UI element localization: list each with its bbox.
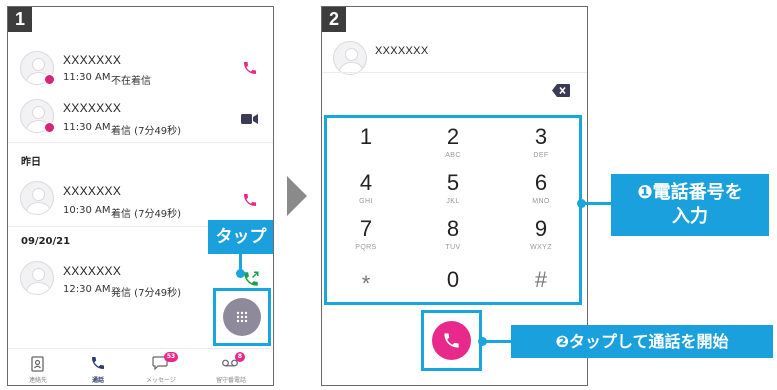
nav-label: 留守番電話 (215, 377, 246, 384)
contact-name: XXXXXXX (63, 184, 122, 198)
key-2[interactable]: 2 ABC (423, 119, 483, 161)
phone-icon[interactable] (242, 60, 258, 76)
avatar (333, 41, 367, 75)
step-number-1: 1 (8, 7, 32, 32)
missed-call-badge (44, 74, 55, 85)
key-digit: 3 (534, 124, 548, 149)
key-letters: GHI (359, 198, 373, 205)
key-digit: * (361, 271, 371, 296)
callout-line-2: 入力 (672, 206, 708, 227)
step-number-2: 2 (322, 7, 346, 32)
key-digit: 9 (534, 216, 548, 241)
key-digit: 8 (446, 216, 460, 241)
key-letters: PQRS (355, 244, 377, 251)
divider (8, 142, 273, 143)
dialpad-button[interactable] (223, 298, 261, 336)
call-time: 10:30 AM (63, 205, 111, 216)
tap-to-call-callout: ❷タップして通話を開始 (511, 325, 773, 358)
voicemail-count-badge: 8 (235, 352, 245, 362)
dialpad-icon (236, 311, 248, 323)
key-digit: 1 (359, 124, 373, 149)
call-button[interactable] (432, 321, 471, 360)
key-digit: 4 (359, 170, 373, 195)
section-header: 昨日 (21, 157, 41, 168)
key-4[interactable]: 4 GHI (336, 165, 396, 207)
key-star[interactable]: * (336, 261, 396, 299)
nav-label: 通話 (91, 377, 104, 384)
key-letters: DEF (533, 152, 549, 159)
phone-icon (92, 357, 104, 369)
contact-name: XXXXXXX (63, 101, 122, 115)
key-digit: 0 (446, 267, 460, 292)
contact-name: XXXXXXX (375, 45, 429, 57)
nav-label: メッセージ (146, 377, 176, 384)
contacts-icon (31, 356, 44, 372)
call-status: 不在着信 (111, 76, 151, 87)
call-status: 着信 (7分49秒) (111, 209, 182, 220)
callout-line (239, 254, 242, 271)
tap-callout: タップ (208, 220, 273, 254)
message-count-badge: 53 (164, 352, 178, 362)
call-time: 12:30 AM (63, 284, 111, 295)
key-8[interactable]: 8 TUV (423, 211, 483, 253)
contact-name: XXXXXXX (63, 264, 122, 278)
avatar (20, 261, 54, 295)
bottom-nav: 連絡先 通話 53 メッセージ 8 留守番電話 (8, 349, 273, 385)
key-digit: 5 (446, 170, 460, 195)
call-badge (44, 122, 55, 133)
key-6[interactable]: 6 MNO (511, 165, 571, 207)
phone-icon[interactable] (242, 192, 258, 208)
phone-icon (444, 333, 459, 348)
call-status: 発信 (7分49秒) (111, 288, 182, 299)
backspace-icon[interactable] (552, 84, 570, 97)
call-history-screen: 1 XXXXXXX 11:30 AM 不在着信 XXXXXXX 11:30 AM… (7, 6, 274, 386)
key-3[interactable]: 3 DEF (511, 119, 571, 161)
call-time: 11:30 AM (63, 122, 111, 133)
key-letters: TUV (445, 244, 461, 251)
divider (322, 72, 587, 73)
key-9[interactable]: 9 WXYZ (511, 211, 571, 253)
key-7[interactable]: 7 PQRS (336, 211, 396, 253)
nav-item-messages[interactable]: 53 メッセージ (131, 349, 191, 385)
call-status: 着信 (7分49秒) (111, 126, 182, 137)
section-header: 09/20/21 (21, 236, 71, 247)
callout-line (483, 340, 513, 343)
key-letters: JKL (446, 198, 460, 205)
nav-item-calls[interactable]: 通話 (68, 349, 128, 385)
key-digit: 2 (446, 124, 460, 149)
enter-number-callout: ❶電話番号を 入力 (611, 174, 769, 236)
callout-line (582, 202, 612, 205)
key-digit: # (534, 267, 548, 292)
contact-name: XXXXXXX (63, 53, 122, 67)
next-step-arrow (287, 176, 307, 216)
nav-item-contacts[interactable]: 連絡先 (8, 349, 68, 385)
call-time: 11:30 AM (63, 72, 111, 83)
nav-label: 連絡先 (28, 377, 47, 384)
key-0[interactable]: 0 (423, 261, 483, 299)
video-icon[interactable] (241, 113, 259, 125)
key-digit: 6 (534, 170, 548, 195)
key-letters: ABC (445, 152, 461, 159)
key-letters: WXYZ (530, 244, 552, 251)
call-row[interactable]: XXXXXXX 10:30 AM 着信 (7分49秒) (8, 173, 273, 223)
call-row[interactable]: XXXXXXX 11:30 AM 不在着信 (8, 43, 273, 91)
keypad: 1 2 ABC 3 DEF 4 GHI 5 JKL 6 MNO 7 PQRS 8… (324, 115, 582, 305)
key-letters: MNO (532, 198, 550, 205)
nav-item-voicemail[interactable]: 8 留守番電話 (201, 349, 261, 385)
callout-line-1: ❶電話番号を (637, 182, 743, 203)
key-1[interactable]: 1 (336, 119, 396, 161)
key-5[interactable]: 5 JKL (423, 165, 483, 207)
key-hash[interactable]: # (511, 261, 571, 299)
avatar (20, 181, 54, 215)
key-digit: 7 (359, 216, 373, 241)
call-row[interactable]: XXXXXXX 11:30 AM 着信 (7分49秒) (8, 91, 273, 141)
